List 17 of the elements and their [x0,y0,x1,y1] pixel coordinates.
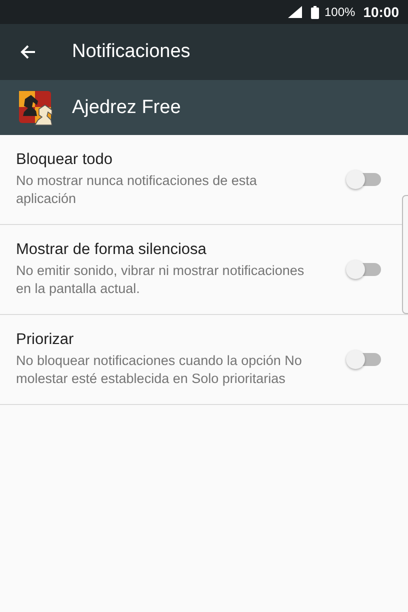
back-arrow-icon[interactable] [20,44,36,60]
setting-title: Bloquear todo [16,151,114,169]
toggle-switch[interactable] [349,263,381,276]
app-name: Ajedrez Free [72,96,181,118]
toggle-switch[interactable] [349,353,381,366]
toggle-switch[interactable] [349,173,381,186]
setting-description: No emitir sonido, vibrar ni mostrar notificaciones en la pantalla actual. [16,262,306,298]
clock: 10:00 [363,4,399,20]
screen-title: Notificaciones [72,41,190,63]
battery-icon [311,6,320,18]
chess-knight-icon [18,90,54,126]
setting-description: No mostrar nunca notificaciones de esta aplicación [16,172,258,208]
setting-title: Priorizar [16,331,75,349]
setting-title: Mostrar de forma silenciosa [16,241,208,259]
battery-percentage: 100% [324,5,356,19]
setting-description: No bloquear notificaciones cuando la opción No molestar esté establecida en Solo prioritarias [16,352,303,388]
signal-icon [288,6,302,18]
